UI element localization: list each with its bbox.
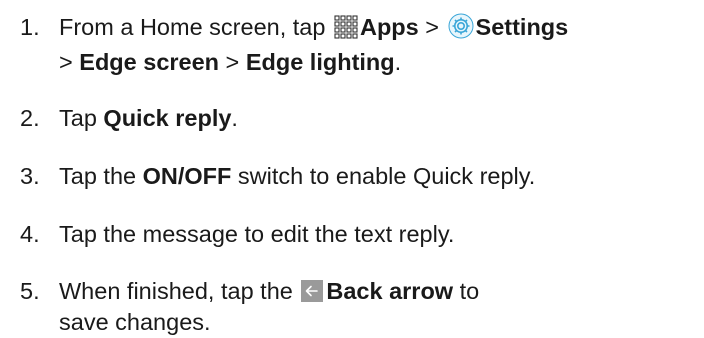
settings-label: Settings [475,14,569,40]
settings-gear-icon [448,13,474,47]
step-5-line-1: 5. When finished, tap the Back arrow to [20,276,479,307]
step-number: 5. [20,278,40,304]
step-text: to [453,278,480,304]
step-text: When finished, tap the [59,278,300,304]
step-text: save changes. [59,309,211,335]
apps-grid-icon [334,15,358,47]
on-off-label: ON/OFF [142,163,232,189]
separator: > [219,49,246,75]
quick-reply-label: Quick reply [103,105,232,131]
step-1: 1. From a Home screen, tap Apps > Settin… [20,12,568,78]
edge-screen-label: Edge screen [79,49,220,75]
edge-lighting-label: Edge lighting [245,49,395,75]
step-1-line-2: > Edge screen > Edge lighting. [20,47,568,78]
step-text: Tap the message to edit the text reply. [59,221,455,247]
step-number: 1. [20,14,40,40]
step-number: 3. [20,163,40,189]
step-2: 2. Tap Quick reply. [20,103,238,134]
apps-label: Apps [359,14,419,40]
step-5: 5. When finished, tap the Back arrow to s… [20,276,479,338]
separator: > [59,49,80,75]
back-arrow-label: Back arrow [326,278,454,304]
step-4: 4. Tap the message to edit the text reply… [20,219,454,250]
step-5-line-2: save changes. [20,307,479,338]
step-text: From a Home screen, tap [59,14,332,40]
step-text: Tap the [59,163,143,189]
period: . [394,49,402,75]
separator: > [418,14,446,40]
step-3: 3. Tap the ON/OFF switch to enable Quick … [20,161,535,192]
step-number: 4. [20,221,40,247]
step-text: Tap [59,105,104,131]
instruction-steps: 1. From a Home screen, tap Apps > Settin… [0,0,704,335]
step-1-line-1: 1. From a Home screen, tap Apps > Settin… [20,12,568,47]
back-arrow-icon [301,280,324,302]
step-number: 2. [20,105,40,131]
period: . [231,105,238,131]
step-text: switch to enable Quick reply. [231,163,536,189]
